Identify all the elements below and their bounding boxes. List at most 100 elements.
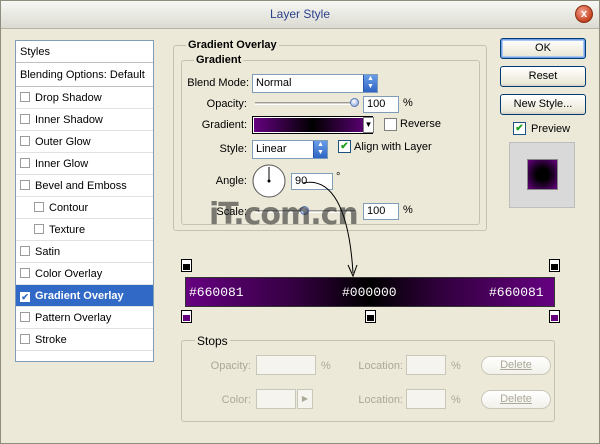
stop-opacity-input[interactable] <box>256 355 316 375</box>
gradient-label: Gradient: <box>201 119 247 131</box>
blend-mode-value: Normal <box>256 77 292 89</box>
style-checkbox[interactable] <box>20 268 30 278</box>
styles-list: Styles Blending Options: Default Drop Sh… <box>15 40 154 362</box>
angle-label: Angle: <box>215 175 247 187</box>
color-stop-left[interactable] <box>181 310 192 323</box>
preview-label: Preview <box>531 123 571 135</box>
stop-opacity-location-input[interactable] <box>406 355 446 375</box>
style-checkbox[interactable] <box>20 246 30 256</box>
opacity-slider-thumb[interactable] <box>350 98 359 107</box>
scale-percent: % <box>403 204 413 216</box>
opacity-label: Opacity: <box>206 98 247 110</box>
preview-checkbox[interactable]: ✔ <box>513 122 526 135</box>
style-checkbox[interactable] <box>34 224 44 234</box>
stop-color-location-label: Location: <box>358 394 403 406</box>
style-item-label: Drop Shadow <box>35 92 102 104</box>
annotation-arrow-icon <box>302 181 358 278</box>
ok-button[interactable]: OK <box>500 38 586 59</box>
delete-color-stop-label: Delete <box>500 393 532 405</box>
opacity-input[interactable]: 100 <box>363 96 399 113</box>
new-style-button[interactable]: New Style... <box>500 94 586 115</box>
style-checkbox[interactable] <box>20 180 30 190</box>
style-value: Linear <box>256 143 287 155</box>
align-with-layer-checkbox[interactable]: ✔ <box>338 140 351 153</box>
close-button[interactable]: x <box>575 5 593 23</box>
style-item-label: Inner Glow <box>35 158 89 170</box>
opacity-percent: % <box>403 97 413 109</box>
style-checkbox[interactable] <box>20 312 30 322</box>
blending-options-item[interactable]: Blending Options: Default <box>16 63 153 87</box>
style-item-satin[interactable]: Satin <box>16 241 153 263</box>
style-item-outer-glow[interactable]: Outer Glow <box>16 131 153 153</box>
preview-thumbnail <box>509 142 575 208</box>
left-stop-label: #660081 <box>189 285 244 300</box>
style-item-label: Inner Shadow <box>35 114 103 126</box>
style-checkbox[interactable] <box>20 158 30 168</box>
dialog-title: Layer Style <box>269 7 331 21</box>
stop-opacity-location-percent: % <box>451 360 461 372</box>
gradient-overlay-title: Gradient Overlay <box>186 39 279 51</box>
delete-color-stop-button[interactable]: Delete <box>481 390 551 409</box>
style-label: Style: <box>219 143 247 155</box>
opacity-stop-left[interactable] <box>181 259 192 272</box>
stop-opacity-location-label: Location: <box>358 360 403 372</box>
style-checkbox[interactable] <box>20 92 30 102</box>
stop-color-label: Color: <box>221 394 251 406</box>
style-item-contour[interactable]: Contour <box>16 197 153 219</box>
stops-title: Stops <box>195 334 230 348</box>
stop-color-arrow-icon[interactable]: ▶ <box>297 389 313 409</box>
color-stop-mid[interactable] <box>365 310 376 323</box>
stop-color-location-input[interactable] <box>406 389 446 409</box>
blend-mode-dropdown-icon[interactable]: ▲ ▼ <box>363 75 377 92</box>
delete-opacity-stop-label: Delete <box>500 359 532 371</box>
style-checkbox[interactable] <box>20 114 30 124</box>
style-item-label: Texture <box>49 224 86 236</box>
blend-mode-label: Blend Mode: <box>187 77 249 89</box>
opacity-slider[interactable] <box>255 102 355 105</box>
angle-dial-icon[interactable] <box>251 163 287 199</box>
styles-header[interactable]: Styles <box>16 41 153 63</box>
style-item-inner-shadow[interactable]: Inner Shadow <box>16 109 153 131</box>
style-item-color-overlay[interactable]: Color Overlay <box>16 263 153 285</box>
gradient-subtitle: Gradient <box>194 54 244 66</box>
style-item-stroke[interactable]: Stroke <box>16 329 153 351</box>
blend-mode-select[interactable]: Normal ▲ ▼ <box>252 74 378 93</box>
gradient-dropdown-icon[interactable]: ▼ <box>363 117 374 133</box>
stops-group <box>181 340 555 422</box>
mid-stop-label: #000000 <box>342 285 397 300</box>
gradient-preview-swatch <box>254 118 371 132</box>
style-item-gradient-overlay[interactable]: ✔ Gradient Overlay <box>16 285 153 307</box>
style-item-pattern-overlay[interactable]: Pattern Overlay <box>16 307 153 329</box>
style-item-inner-glow[interactable]: Inner Glow <box>16 153 153 175</box>
opacity-stop-right[interactable] <box>549 259 560 272</box>
style-select[interactable]: Linear ▲ ▼ <box>252 140 328 159</box>
delete-opacity-stop-button[interactable]: Delete <box>481 356 551 375</box>
style-checkbox[interactable]: ✔ <box>20 292 30 302</box>
style-item-bevel-and-emboss[interactable]: Bevel and Emboss <box>16 175 153 197</box>
color-stop-right[interactable] <box>549 310 560 323</box>
style-item-label: Contour <box>49 202 89 214</box>
style-item-label: Gradient Overlay <box>35 290 124 302</box>
style-dropdown-icon[interactable]: ▲ ▼ <box>313 141 327 158</box>
style-item-label: Pattern Overlay <box>35 312 112 324</box>
layer-style-dialog: Layer Style x Styles Blending Options: D… <box>0 0 600 444</box>
style-item-label: Bevel and Emboss <box>35 180 127 192</box>
style-item-drop-shadow[interactable]: Drop Shadow <box>16 87 153 109</box>
style-item-label: Stroke <box>35 334 67 346</box>
stop-color-swatch[interactable] <box>256 389 296 409</box>
style-item-texture[interactable]: Texture <box>16 219 153 241</box>
align-with-layer-label: Align with Layer <box>354 141 432 153</box>
style-checkbox[interactable] <box>34 202 44 212</box>
gradient-picker[interactable] <box>252 116 373 134</box>
stop-color-location-percent: % <box>451 394 461 406</box>
preview-swatch <box>527 159 558 190</box>
stop-opacity-label: Opacity: <box>210 360 251 372</box>
reverse-label: Reverse <box>400 118 441 130</box>
style-item-label: Color Overlay <box>35 268 103 280</box>
reset-button[interactable]: Reset <box>500 66 586 87</box>
right-stop-label: #660081 <box>489 285 544 300</box>
style-checkbox[interactable] <box>20 136 30 146</box>
style-checkbox[interactable] <box>20 334 30 344</box>
style-item-label: Satin <box>35 246 61 258</box>
reverse-checkbox[interactable] <box>384 118 397 131</box>
